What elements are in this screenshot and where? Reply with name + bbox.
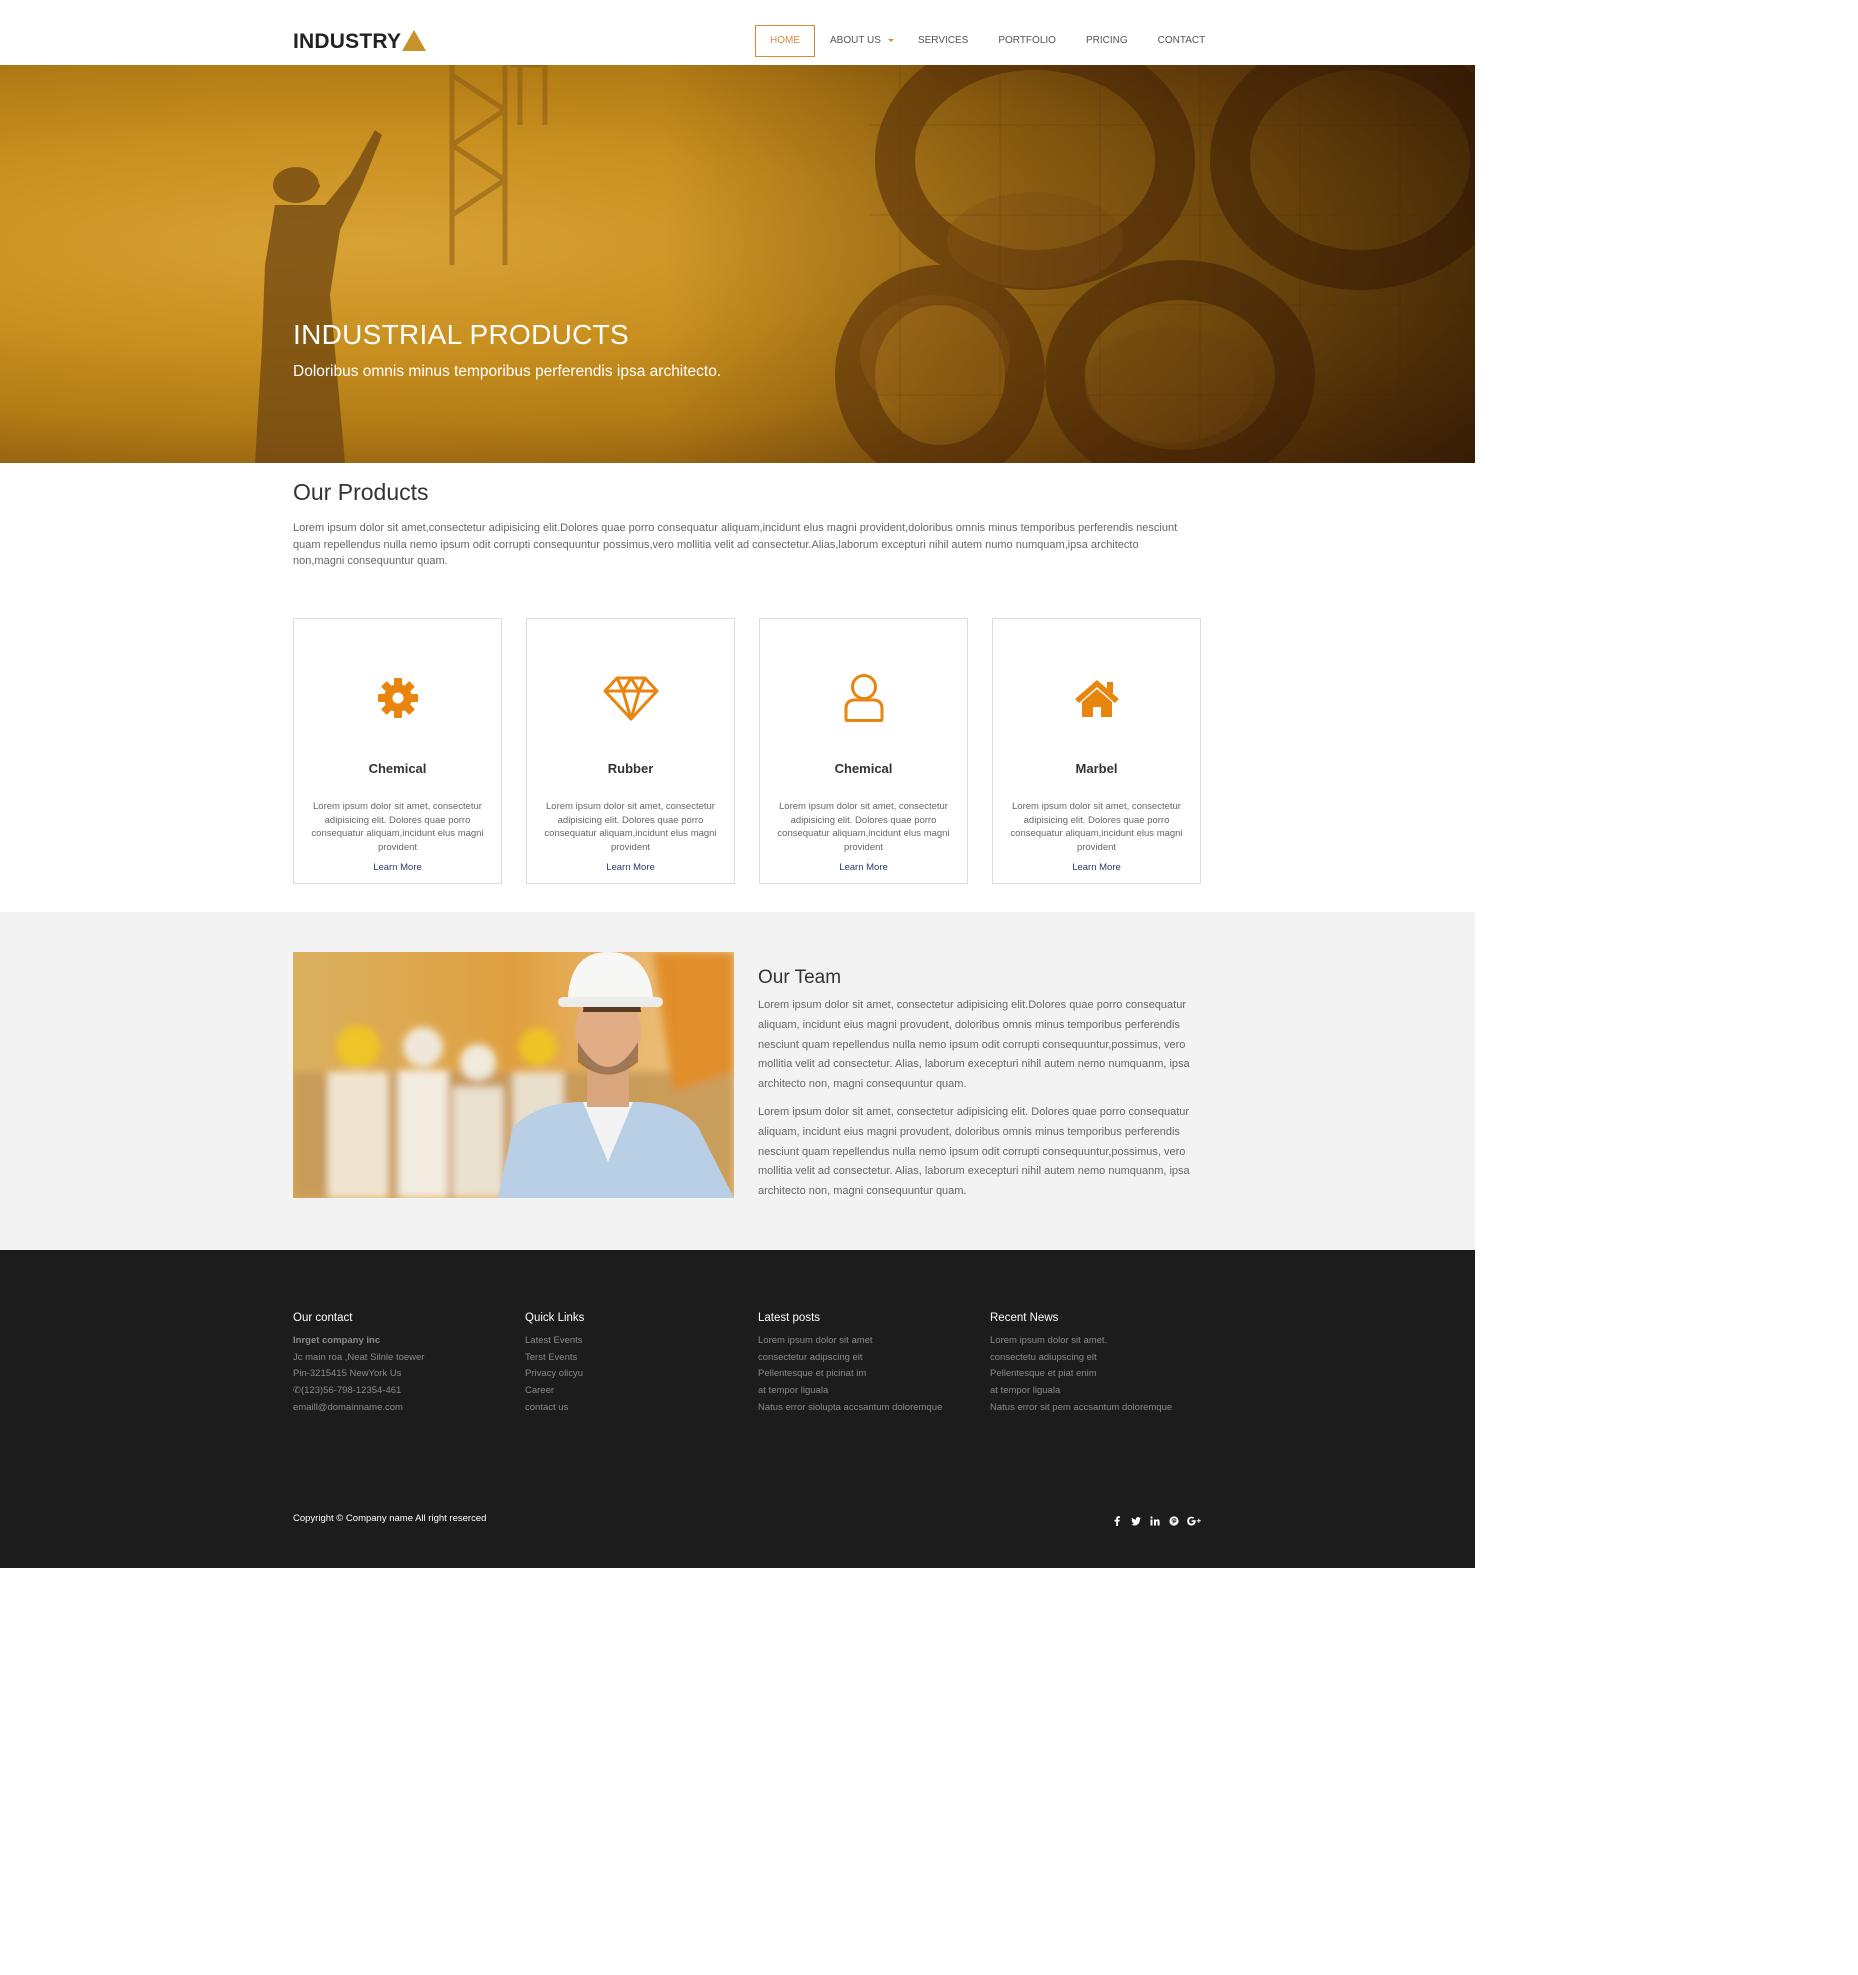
team-paragraph: Lorem ipsum dolor sit amet, consectetur …: [758, 1106, 1190, 1198]
product-card: Marbel Lorem ipsum dolor sit amet, conse…: [992, 618, 1201, 884]
phone-icon: ✆: [293, 1385, 301, 1397]
recent-news-link[interactable]: Pellentesque et piat enim: [990, 1366, 1210, 1383]
products-title: Our Products: [293, 479, 429, 505]
nav-pricing[interactable]: PRICING: [1071, 25, 1143, 57]
footer-contact-title: Our contact: [293, 1312, 353, 1324]
recent-news-link[interactable]: at tempor liguala: [990, 1383, 1210, 1400]
contact-email[interactable]: emaill@domainname.com: [293, 1400, 513, 1417]
google-plus-icon[interactable]: [1187, 1515, 1201, 1527]
diamond-icon: [527, 673, 734, 723]
quick-link[interactable]: Privacy olicyu: [525, 1366, 745, 1383]
contact-pin: Pin-3215415 NewYork Us: [293, 1368, 402, 1380]
gear-icon: [294, 673, 501, 723]
chevron-down-icon: [887, 39, 894, 42]
hero-overlay: [0, 65, 1475, 463]
hero-subtitle: Doloribus omnis minus temporibus perfere…: [293, 363, 722, 380]
product-card: Chemical Lorem ipsum dolor sit amet, con…: [759, 618, 968, 884]
social-links: [1111, 1515, 1201, 1527]
pinterest-icon[interactable]: [1168, 1515, 1180, 1527]
product-card: Rubber Lorem ipsum dolor sit amet, conse…: [526, 618, 735, 884]
footer-recent-news-title: Recent News: [990, 1312, 1059, 1324]
latest-post-link[interactable]: Lorem ipsum dolor sit amet: [758, 1333, 978, 1350]
nav-contact[interactable]: CONTACT: [1143, 25, 1221, 57]
site-footer: Our contact Inrget company inc Jc main r…: [0, 1250, 1475, 1568]
quick-link[interactable]: contact us: [525, 1400, 745, 1417]
card-title: Rubber: [607, 761, 654, 776]
hero-title: INDUSTRIAL PRODUCTS: [293, 319, 630, 350]
nav-services[interactable]: SERVICES: [903, 25, 983, 57]
nav-about-us[interactable]: ABOUT US: [815, 25, 903, 57]
latest-post-link[interactable]: Pellentesque et picinat im: [758, 1366, 978, 1383]
team-title: Our Team: [758, 967, 842, 988]
team-section: Our Team Lorem ipsum dolor sit amet, con…: [0, 912, 1475, 1250]
footer-quick-links: Quick Links Latest Events Terst Events P…: [525, 1312, 745, 1417]
contact-phone: ✆(123)56-798-12354-461: [293, 1383, 513, 1400]
card-text: Lorem ipsum dolor sit amet, consectetur …: [777, 801, 950, 853]
product-card: Chemical Lorem ipsum dolor sit amet, con…: [293, 618, 502, 884]
footer-recent-news: Recent News Lorem ipsum dolor sit amet. …: [990, 1312, 1210, 1417]
recent-news-link[interactable]: consectetu adiupscing elt: [990, 1350, 1210, 1367]
logo[interactable]: INDUSTRY: [293, 30, 427, 53]
card-text: Lorem ipsum dolor sit amet, consectetur …: [311, 801, 484, 853]
nav-home[interactable]: HOME: [755, 25, 815, 57]
footer-contact: Our contact Inrget company inc Jc main r…: [293, 1312, 513, 1417]
quick-link[interactable]: Latest Events: [525, 1333, 745, 1350]
quick-link[interactable]: Terst Events: [525, 1350, 745, 1367]
contact-phone-text: (123)56-798-12354-461: [300, 1385, 402, 1397]
logo-triangle-icon: [402, 30, 427, 51]
learn-more-link[interactable]: Learn More: [760, 862, 967, 873]
contact-address: Jc main roa ,Neat Silnle toewer: [293, 1351, 425, 1363]
nav-portfolio[interactable]: PORTFOLIO: [983, 25, 1071, 57]
products-intro: Lorem ipsum dolor sit amet,consectetur a…: [293, 522, 1178, 568]
card-title: Marbel: [1075, 761, 1118, 776]
linkedin-icon[interactable]: [1149, 1515, 1161, 1527]
learn-more-link[interactable]: Learn More: [993, 862, 1200, 873]
card-text: Lorem ipsum dolor sit amet, consectetur …: [1010, 801, 1183, 853]
footer-latest-posts-title: Latest posts: [758, 1312, 821, 1324]
latest-post-link[interactable]: consectetur adipscing eit: [758, 1350, 978, 1367]
contact-company: Inrget company inc: [293, 1335, 381, 1346]
main-nav: HOME ABOUT US SERVICES PORTFOLIO PRICING…: [755, 25, 1220, 57]
user-icon: [760, 673, 967, 723]
logo-text: INDUSTRY: [293, 30, 402, 53]
facebook-icon[interactable]: [1111, 1515, 1123, 1527]
copyright: Copyright © Company name All right reser…: [293, 1513, 487, 1524]
home-icon: [993, 673, 1200, 723]
footer-latest-posts: Latest posts Lorem ipsum dolor sit amet …: [758, 1312, 978, 1417]
latest-post-link[interactable]: at tempor liguala: [758, 1383, 978, 1400]
team-paragraph: Lorem ipsum dolor sit amet, consectetur …: [758, 999, 1190, 1091]
hero-banner: INDUSTRIAL PRODUCTS Doloribus omnis minu…: [0, 65, 1475, 463]
card-title: Chemical: [834, 761, 893, 776]
footer-quick-links-title: Quick Links: [525, 1312, 585, 1324]
recent-news-link[interactable]: Lorem ipsum dolor sit amet.: [990, 1333, 1210, 1350]
team-photo: [293, 952, 734, 1198]
product-cards: Chemical Lorem ipsum dolor sit amet, con…: [293, 618, 1201, 884]
card-text: Lorem ipsum dolor sit amet, consectetur …: [544, 801, 717, 853]
quick-link[interactable]: Career: [525, 1383, 745, 1400]
nav-about-us-label: ABOUT US: [830, 35, 881, 46]
recent-news-link[interactable]: Natus error sit pem accsantum doloremque: [990, 1400, 1210, 1417]
learn-more-link[interactable]: Learn More: [294, 862, 501, 873]
twitter-icon[interactable]: [1130, 1515, 1142, 1527]
latest-post-link[interactable]: Natus error siolupta accsantum doloremqu…: [758, 1400, 978, 1417]
site-header: INDUSTRY HOME ABOUT US SERVICES PORTFOLI…: [0, 0, 1475, 65]
learn-more-link[interactable]: Learn More: [527, 862, 734, 873]
card-title: Chemical: [368, 761, 427, 776]
